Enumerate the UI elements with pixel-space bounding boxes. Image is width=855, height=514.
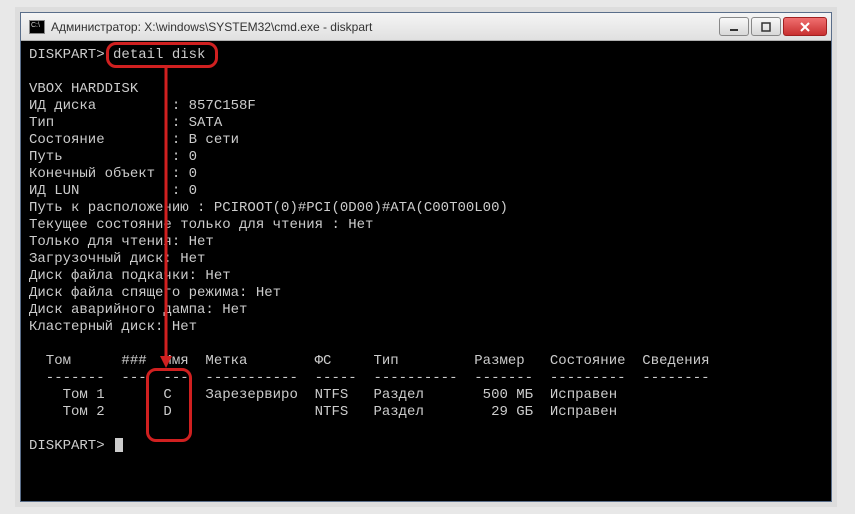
detail-line: Состояние : В сети bbox=[29, 132, 239, 148]
prompt: DISKPART> bbox=[29, 47, 105, 63]
close-button[interactable] bbox=[783, 17, 827, 36]
detail-line: Только для чтения: Нет bbox=[29, 234, 214, 250]
titlebar[interactable]: Администратор: X:\windows\SYSTEM32\cmd.e… bbox=[21, 13, 831, 41]
table-header: Том ### Имя Метка ФС Тип Размер Состояни… bbox=[29, 353, 710, 369]
window-title: Администратор: X:\windows\SYSTEM32\cmd.e… bbox=[51, 20, 717, 34]
window-buttons bbox=[717, 17, 831, 36]
detail-line: Тип : SATA bbox=[29, 115, 222, 131]
device-line: VBOX HARDDISK bbox=[29, 81, 138, 97]
detail-line: Конечный объект : 0 bbox=[29, 166, 197, 182]
detail-line: Кластерный диск: Нет bbox=[29, 319, 197, 335]
command-text: detail disk bbox=[113, 47, 205, 63]
detail-line: Путь к расположению : PCIROOT(0)#PCI(0D0… bbox=[29, 200, 508, 216]
maximize-button[interactable] bbox=[751, 17, 781, 36]
minimize-button[interactable] bbox=[719, 17, 749, 36]
detail-line: Диск файла подкачки: Нет bbox=[29, 268, 231, 284]
detail-line: ИД LUN : 0 bbox=[29, 183, 197, 199]
close-icon bbox=[800, 22, 810, 32]
cmd-icon bbox=[29, 20, 45, 34]
detail-line: Текущее состояние только для чтения : Не… bbox=[29, 217, 373, 233]
table-row: Том 2 D NTFS Раздел 29 GБ Исправен bbox=[29, 404, 617, 420]
detail-line: ИД диска : 857C158F bbox=[29, 98, 256, 114]
detail-line: Загрузочный диск: Нет bbox=[29, 251, 205, 267]
detail-line: Диск аварийного дампа: Нет bbox=[29, 302, 247, 318]
cmd-window: Администратор: X:\windows\SYSTEM32\cmd.e… bbox=[20, 12, 832, 502]
cursor bbox=[115, 438, 123, 452]
detail-line: Диск файла спящего режима: Нет bbox=[29, 285, 281, 301]
minimize-icon bbox=[729, 22, 739, 32]
table-row: Том 1 C Зарезервиро NTFS Раздел 500 МБ И… bbox=[29, 387, 617, 403]
terminal-output[interactable]: DISKPART> detail disk VBOX HARDDISK ИД д… bbox=[21, 41, 831, 501]
detail-line: Путь : 0 bbox=[29, 149, 197, 165]
table-separator: ------- --- --- ----------- ----- ------… bbox=[29, 370, 710, 386]
prompt: DISKPART> bbox=[29, 438, 105, 454]
maximize-icon bbox=[761, 22, 771, 32]
